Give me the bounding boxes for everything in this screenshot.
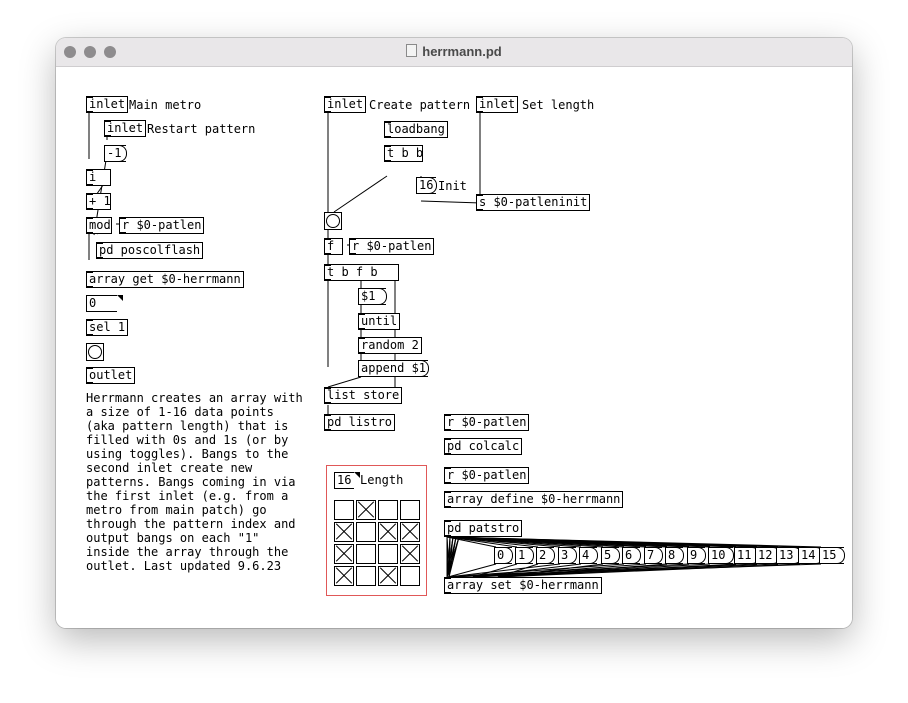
pattern-toggle[interactable]: [356, 566, 376, 586]
index-message[interactable]: 10: [708, 547, 735, 564]
description-line: (aka pattern length) that is: [86, 419, 289, 433]
window-title: herrmann.pd: [56, 38, 852, 66]
obj-list-store[interactable]: list store: [324, 387, 403, 404]
description-line: outlet. Last updated 9.6.23: [86, 559, 282, 573]
pattern-toggle[interactable]: [378, 522, 398, 542]
obj-send-patleninit[interactable]: s $0-patleninit: [476, 194, 591, 211]
obj-trigger-bfb[interactable]: t b f b: [324, 264, 399, 281]
bang-create[interactable]: [324, 212, 342, 230]
obj-random-two[interactable]: random 2: [358, 337, 422, 354]
obj-loadbang[interactable]: loadbang: [384, 121, 448, 138]
length-number-box[interactable]: 16: [334, 472, 360, 489]
outlet-main[interactable]: outlet: [86, 367, 136, 384]
description-line: through the pattern index and: [86, 517, 296, 531]
comment-main-metro: Main metro: [129, 98, 202, 112]
comment-init: Init: [438, 179, 467, 193]
patch-window: herrmann.pd inlet Main metro inlet Resta…: [56, 38, 852, 628]
number-atom-zero-value: 0: [89, 296, 97, 310]
comment-set-length: Set length: [522, 98, 595, 112]
inlet-create-pattern[interactable]: inlet: [324, 96, 367, 113]
pattern-toggle[interactable]: [400, 566, 420, 586]
obj-float[interactable]: f: [324, 238, 343, 255]
description-line: patterns. Bangs coming in via: [86, 475, 296, 489]
obj-array-set[interactable]: array set $0-herrmann: [444, 577, 602, 594]
obj-receive-patlen-2[interactable]: r $0-patlen: [349, 238, 435, 255]
obj-plus-one[interactable]: + 1: [86, 193, 111, 210]
obj-mod[interactable]: mod: [86, 217, 112, 234]
description-line: the first inlet (e.g. from a: [86, 489, 289, 503]
pattern-toggle[interactable]: [334, 522, 354, 542]
description-line: a size of 1-16 data points: [86, 405, 274, 419]
pattern-toggle[interactable]: [378, 566, 398, 586]
msg-sixteen[interactable]: 16: [416, 177, 437, 194]
pattern-toggle[interactable]: [356, 522, 376, 542]
index-message[interactable]: 0: [494, 547, 514, 564]
description-line: metro from main patch) go: [86, 503, 267, 517]
inlet-set-length[interactable]: inlet: [476, 96, 519, 113]
pattern-toggle[interactable]: [378, 544, 398, 564]
subpatch-listro[interactable]: pd listro: [324, 414, 396, 431]
msg-minus-one[interactable]: -1: [104, 145, 127, 162]
comment-length: Length: [360, 473, 404, 487]
subpatch-poscolflash[interactable]: pd poscolflash: [96, 242, 204, 259]
index-message[interactable]: 4: [579, 547, 599, 564]
pattern-toggle[interactable]: [400, 544, 420, 564]
description-comment: Herrmann creates an array with a size of…: [86, 391, 303, 573]
pattern-toggle[interactable]: [334, 566, 354, 586]
pattern-toggle[interactable]: [378, 500, 398, 520]
obj-receive-patlen-3[interactable]: r $0-patlen: [444, 414, 530, 431]
pattern-toggle[interactable]: [334, 544, 354, 564]
pattern-toggle[interactable]: [356, 544, 376, 564]
obj-receive-patlen-1[interactable]: r $0-patlen: [119, 217, 205, 234]
obj-receive-patlen-4[interactable]: r $0-patlen: [444, 467, 530, 484]
bang-output[interactable]: [86, 343, 104, 361]
index-message[interactable]: 6: [622, 547, 642, 564]
comment-restart-pattern: Restart pattern: [147, 122, 256, 136]
pattern-toggle[interactable]: [400, 500, 420, 520]
pd-document-icon: [406, 44, 418, 57]
pattern-toggle[interactable]: [356, 500, 376, 520]
index-message[interactable]: 3: [558, 547, 578, 564]
description-line: Herrmann creates an array with: [86, 391, 303, 405]
description-line: using toggles). Bangs to the: [86, 447, 289, 461]
title-bar[interactable]: herrmann.pd: [56, 38, 852, 67]
description-line: filled with 0s and 1s (or by: [86, 433, 289, 447]
obj-until[interactable]: until: [358, 313, 401, 330]
obj-select-one[interactable]: sel 1: [86, 319, 129, 336]
length-number-value: 16: [337, 473, 352, 487]
index-message[interactable]: 5: [601, 547, 621, 564]
index-message[interactable]: 15: [819, 547, 846, 564]
index-message[interactable]: 1: [515, 547, 535, 564]
subpatch-patstro[interactable]: pd patstro: [444, 520, 523, 537]
subpatch-colcalc[interactable]: pd colcalc: [444, 438, 523, 455]
description-line: output bangs on each "1": [86, 531, 260, 545]
index-message[interactable]: 2: [536, 547, 556, 564]
number-atom-zero[interactable]: 0: [86, 295, 123, 312]
pattern-toggle[interactable]: [400, 522, 420, 542]
msg-append[interactable]: append $1: [358, 360, 429, 377]
comment-create-pattern: Create pattern: [369, 98, 471, 112]
obj-int[interactable]: i: [86, 169, 111, 186]
patch-canvas[interactable]: inlet Main metro inlet Restart pattern -…: [56, 67, 852, 628]
inlet-restart[interactable]: inlet: [104, 120, 147, 137]
window-title-text: herrmann.pd: [422, 44, 502, 59]
msg-dollar-one[interactable]: $1: [358, 288, 387, 305]
obj-array-get[interactable]: array get $0-herrmann: [86, 271, 244, 288]
obj-array-define[interactable]: array define $0-herrmann: [444, 491, 624, 508]
inlet-main-metro[interactable]: inlet: [86, 96, 129, 113]
index-message[interactable]: 9: [687, 547, 707, 564]
pattern-toggle[interactable]: [334, 500, 354, 520]
description-line: second inlet create new: [86, 461, 253, 475]
obj-trigger-bb[interactable]: t b b: [384, 145, 423, 162]
index-message[interactable]: 8: [665, 547, 685, 564]
index-message[interactable]: 7: [644, 547, 664, 564]
description-line: inside the array through the: [86, 545, 289, 559]
